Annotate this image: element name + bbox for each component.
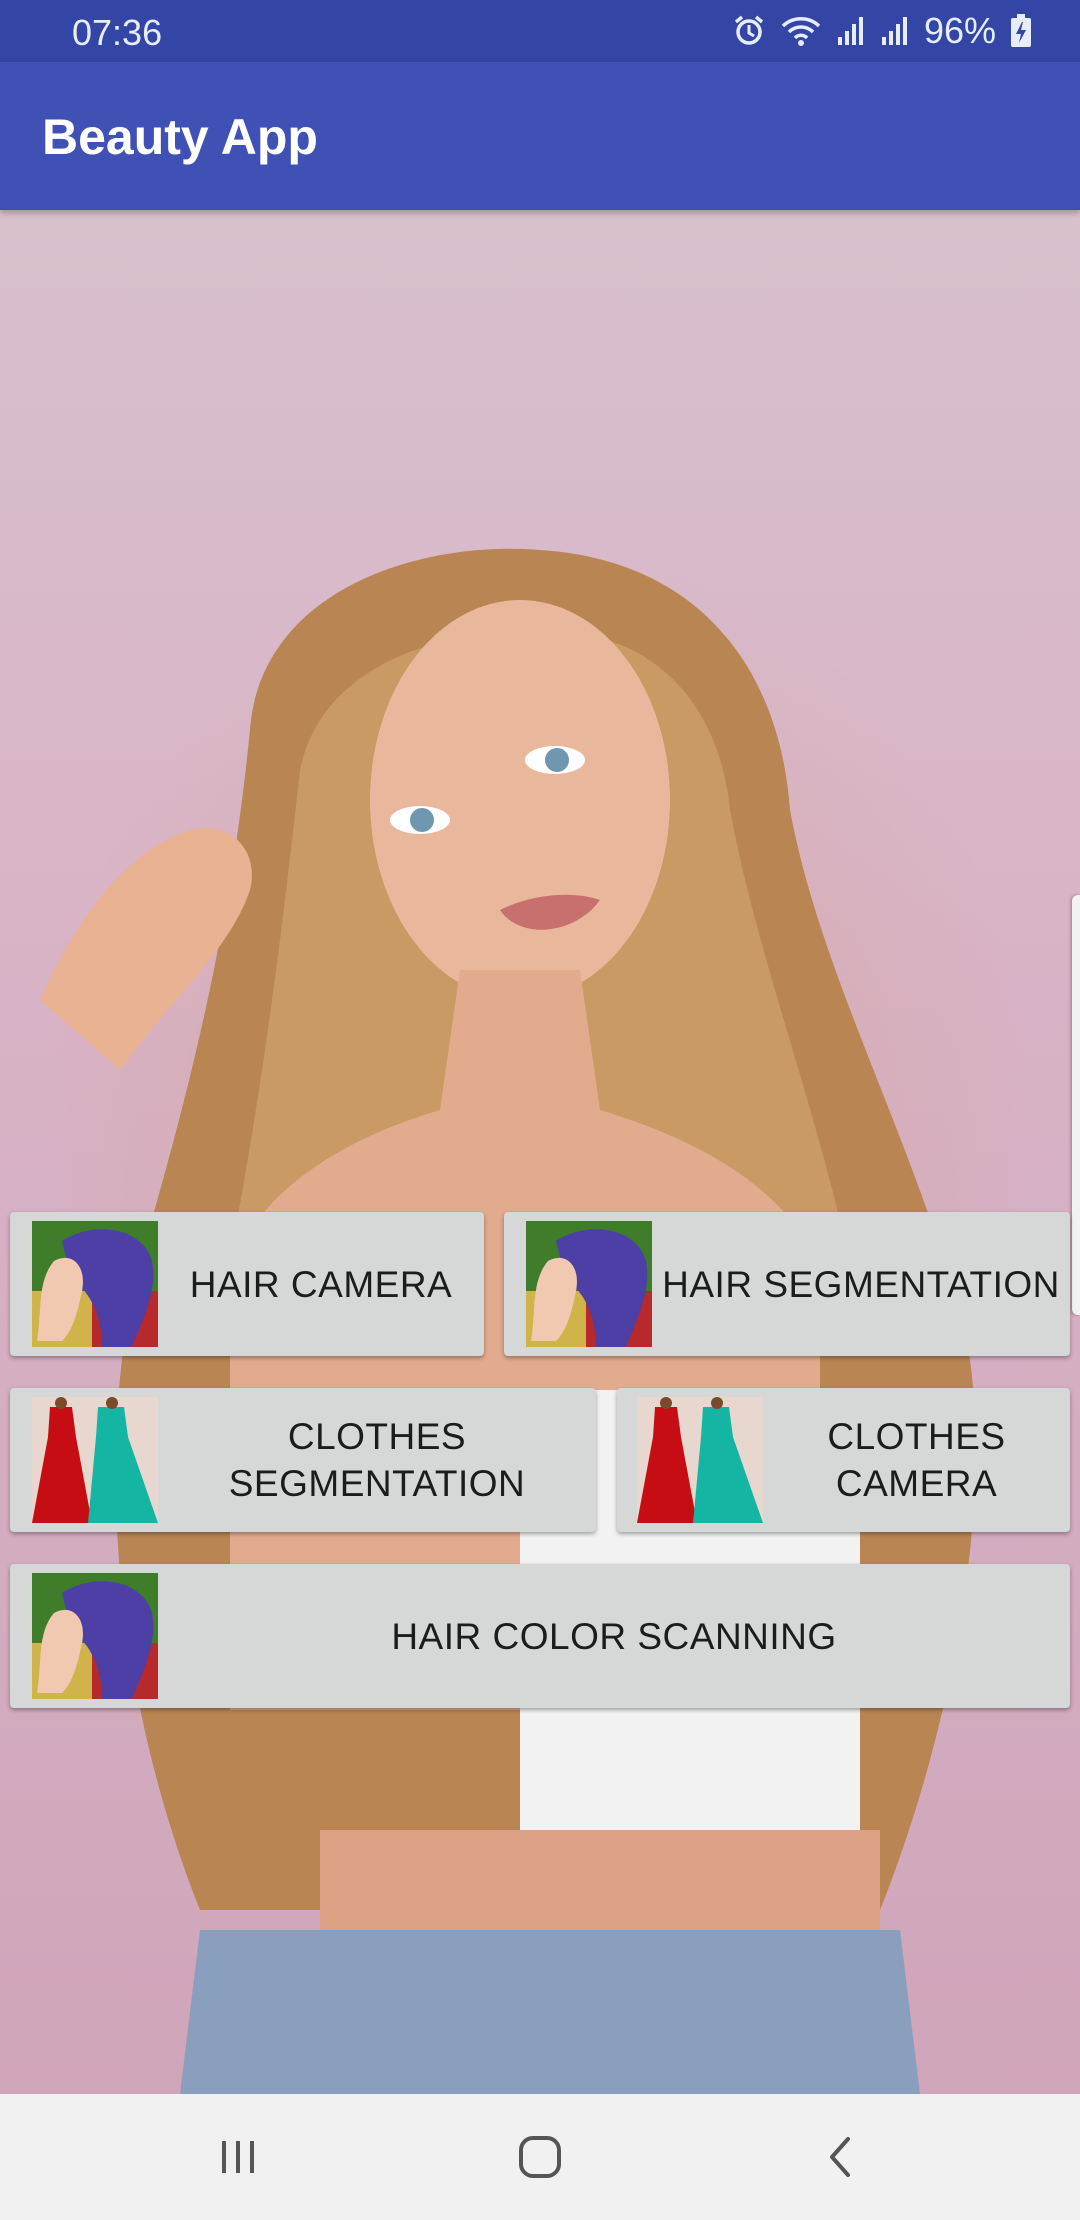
app-bar: Beauty App <box>0 62 1080 210</box>
hair-camera-label: HAIR CAMERA <box>189 1263 453 1305</box>
hair-color-scanning-label: HAIR COLOR SCANNING <box>391 1615 837 1657</box>
clothes-segmentation-label: CLOTHES SEGMENTATION <box>158 1413 596 1507</box>
signal-icon <box>880 15 910 47</box>
hair-segmentation-button[interactable]: HAIR SEGMENTATION <box>504 1212 1070 1356</box>
home-icon[interactable] <box>500 2124 580 2190</box>
clothes-camera-label: CLOTHES CAMERA <box>763 1413 1070 1507</box>
app-title: Beauty App <box>42 109 318 165</box>
hair-thumbnail-icon <box>32 1221 158 1347</box>
status-time: 07:36 <box>72 12 163 53</box>
signal-icon <box>836 15 866 47</box>
dress-thumbnail-icon <box>32 1397 158 1523</box>
clothes-camera-line2: CAMERA <box>835 1463 998 1504</box>
recent-apps-icon[interactable] <box>198 2124 278 2190</box>
background-photo <box>0 210 1080 2094</box>
alarm-icon <box>732 14 766 48</box>
dress-thumbnail-icon <box>637 1397 763 1523</box>
navigation-bar <box>0 2094 1080 2220</box>
battery-percent: 96% <box>923 10 996 51</box>
portrait-illustration <box>40 548 976 2094</box>
clothes-segmentation-line1: CLOTHES <box>287 1416 467 1457</box>
edge-panel-handle[interactable] <box>1072 895 1080 1315</box>
status-bar: 07:36 96% <box>0 0 1080 62</box>
hair-segmentation-label: HAIR SEGMENTATION <box>662 1263 1060 1305</box>
clothes-camera-button[interactable]: CLOTHES CAMERA <box>617 1388 1070 1532</box>
hair-color-scanning-button[interactable]: HAIR COLOR SCANNING <box>10 1564 1070 1708</box>
hair-camera-button[interactable]: HAIR CAMERA <box>10 1212 484 1356</box>
wifi-icon <box>780 14 822 48</box>
status-icons: 96% <box>732 10 1032 52</box>
clothes-segmentation-button[interactable]: CLOTHES SEGMENTATION <box>10 1388 596 1532</box>
hair-thumbnail-icon <box>526 1221 652 1347</box>
hair-thumbnail-icon <box>32 1573 158 1699</box>
battery-charging-icon <box>1010 14 1032 48</box>
back-icon[interactable] <box>802 2124 882 2190</box>
clothes-segmentation-line2: SEGMENTATION <box>228 1463 526 1504</box>
clothes-camera-line1: CLOTHES <box>827 1416 1006 1457</box>
